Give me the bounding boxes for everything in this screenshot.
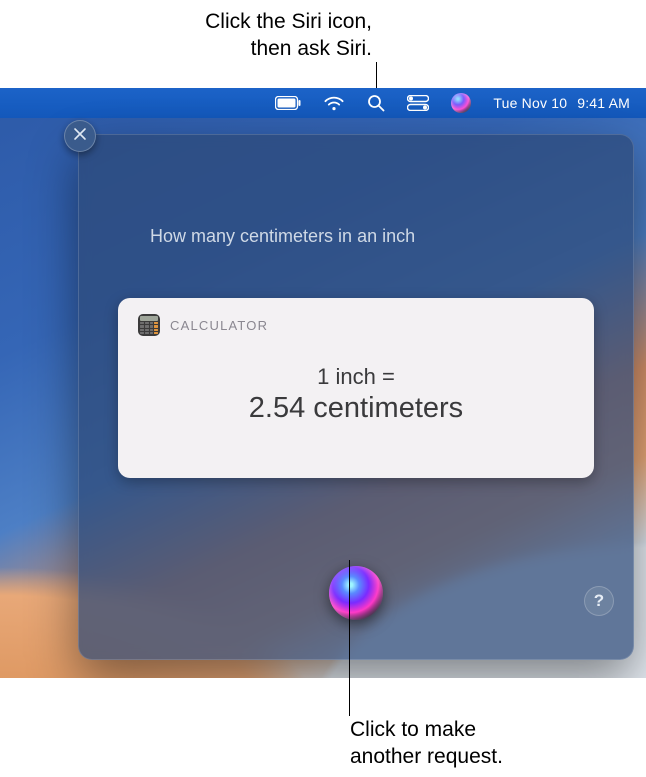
siri-panel: How many centimeters in an inch CALCULAT… bbox=[78, 134, 634, 660]
annotation-bottom-line2: another request. bbox=[350, 743, 503, 770]
calculator-icon bbox=[138, 314, 160, 336]
annotation-top-line2: then ask Siri. bbox=[205, 35, 372, 62]
battery-icon[interactable] bbox=[275, 96, 301, 110]
menu-bar: Tue Nov 10 9:41 AM bbox=[0, 88, 646, 118]
conversion-result: 1 inch = 2.54 centimeters bbox=[138, 364, 574, 425]
result-card-source: CALCULATOR bbox=[170, 318, 268, 333]
wifi-icon[interactable] bbox=[323, 95, 345, 111]
menu-bar-date: Tue Nov 10 bbox=[493, 95, 567, 111]
conversion-line2: 2.54 centimeters bbox=[138, 392, 574, 425]
menu-bar-time: 9:41 AM bbox=[577, 95, 630, 111]
spotlight-search-icon[interactable] bbox=[367, 94, 385, 112]
conversion-line1: 1 inch = bbox=[138, 364, 574, 390]
callout-line-bottom bbox=[349, 560, 350, 716]
menu-bar-clock[interactable]: Tue Nov 10 9:41 AM bbox=[493, 95, 630, 111]
annotation-top-line1: Click the Siri icon, bbox=[205, 8, 372, 35]
annotation-top: Click the Siri icon, then ask Siri. bbox=[205, 8, 372, 63]
close-button[interactable] bbox=[64, 120, 96, 152]
result-card-header: CALCULATOR bbox=[138, 314, 574, 336]
annotation-bottom: Click to make another request. bbox=[350, 716, 503, 771]
help-icon: ? bbox=[594, 591, 604, 611]
siri-orb-button[interactable] bbox=[329, 566, 383, 620]
desktop-background: Tue Nov 10 9:41 AM How many centimeters … bbox=[0, 88, 646, 678]
siri-icon[interactable] bbox=[451, 93, 471, 113]
siri-result-card[interactable]: CALCULATOR 1 inch = 2.54 centimeters bbox=[118, 298, 594, 478]
close-icon bbox=[73, 127, 87, 146]
help-button[interactable]: ? bbox=[584, 586, 614, 616]
siri-query-text: How many centimeters in an inch bbox=[150, 226, 594, 247]
annotation-bottom-line1: Click to make bbox=[350, 716, 503, 743]
control-center-icon[interactable] bbox=[407, 95, 429, 111]
callout-line-top bbox=[376, 62, 377, 88]
